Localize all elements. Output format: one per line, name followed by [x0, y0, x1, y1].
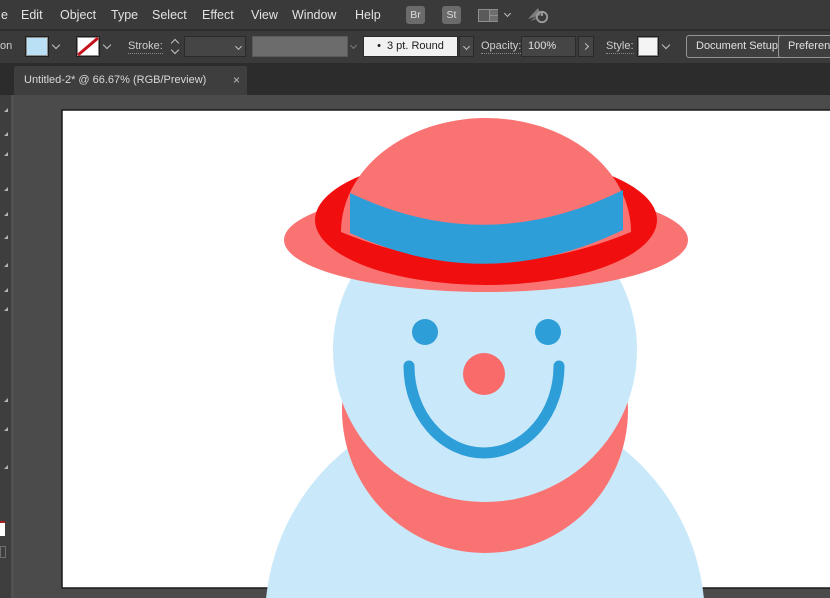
brush-chevron-button[interactable]	[459, 36, 474, 57]
menu-object[interactable]: Object	[60, 0, 96, 30]
tool-flyout-triangle	[4, 235, 8, 239]
snowman-nose[interactable]	[463, 353, 505, 395]
tool-flyout-triangle	[4, 132, 8, 136]
style-chevron-icon[interactable]	[661, 40, 671, 50]
illustrator-window: e Edit Object Type Select Effect View Wi…	[0, 0, 830, 598]
fill-stroke-indicator-fragment[interactable]	[0, 521, 5, 536]
width-profile-dropdown[interactable]	[252, 36, 348, 57]
brush-chevron-icon	[462, 42, 471, 51]
menu-edit[interactable]: Edit	[21, 0, 43, 30]
stroke-indicator-fragment[interactable]	[0, 546, 6, 558]
menu-help[interactable]: Help	[355, 0, 381, 30]
stock-icon[interactable]: St	[442, 6, 461, 24]
snowman-left-eye[interactable]	[412, 319, 438, 345]
tool-flyout-triangle	[4, 465, 8, 469]
tools-panel-sliver[interactable]	[0, 95, 11, 598]
none-slash-icon	[77, 36, 99, 57]
tool-flyout-triangle	[4, 152, 8, 156]
snowman-right-eye[interactable]	[535, 319, 561, 345]
tool-flyout-triangle	[4, 263, 8, 267]
no-stroke-swatch[interactable]	[76, 36, 100, 57]
style-label[interactable]: Style:	[606, 40, 634, 54]
brush-definition-dropdown[interactable]: • 3 pt. Round	[363, 36, 458, 57]
tool-flyout-triangle	[4, 288, 8, 292]
tool-flyout-triangle	[4, 187, 8, 191]
opacity-value-field[interactable]: 100%	[521, 36, 576, 57]
tool-flyout-triangle	[4, 212, 8, 216]
menu-effect[interactable]: Effect	[202, 0, 234, 30]
brush-name: 3 pt. Round	[386, 40, 444, 52]
document-tab-bar: Untitled-2* @ 66.67% (RGB/Preview) ×	[0, 63, 830, 95]
tool-flyout-triangle	[4, 398, 8, 402]
stroke-swatch-chevron-icon[interactable]	[102, 40, 112, 50]
menu-view[interactable]: View	[251, 0, 278, 30]
workspace-chevron-icon[interactable]	[503, 9, 512, 18]
tool-flyout-triangle	[4, 427, 8, 431]
tool-flyout-triangle	[4, 108, 8, 112]
tool-flyout-triangle	[4, 307, 8, 311]
stroke-weight-chevron-icon	[234, 42, 243, 51]
workspace-switcher-icon[interactable]	[477, 8, 499, 28]
menu-bar: e Edit Object Type Select Effect View Wi…	[0, 0, 830, 30]
width-profile-chevron-icon	[349, 41, 358, 50]
artboard-view	[61, 109, 830, 598]
canvas-area[interactable]	[0, 95, 830, 598]
stroke-weight-dropdown[interactable]	[184, 36, 246, 57]
selection-label-fragment: on	[0, 40, 13, 52]
chevron-right-icon	[581, 42, 590, 51]
preferences-button[interactable]: Preferences	[778, 35, 830, 58]
control-bar: on Stroke: • 3 pt. Round Opacity: 100% St…	[0, 31, 830, 63]
stroke-label[interactable]: Stroke:	[128, 40, 163, 54]
bridge-icon[interactable]: Br	[406, 6, 425, 24]
document-tab[interactable]: Untitled-2* @ 66.67% (RGB/Preview) ×	[14, 66, 247, 95]
document-tab-title: Untitled-2* @ 66.67% (RGB/Preview)	[24, 74, 207, 86]
menu-type[interactable]: Type	[111, 0, 138, 30]
tab-close-icon[interactable]: ×	[233, 73, 240, 87]
tools-panel-edge	[11, 95, 14, 598]
fill-color-swatch[interactable]	[25, 36, 49, 57]
fill-chevron-icon[interactable]	[51, 40, 61, 50]
stroke-weight-stepper[interactable]	[170, 38, 182, 56]
document-setup-button[interactable]: Document Setup	[686, 35, 788, 58]
opacity-label[interactable]: Opacity:	[481, 40, 522, 54]
gpu-performance-icon[interactable]	[525, 5, 551, 30]
style-swatch[interactable]	[637, 36, 659, 57]
menu-select[interactable]: Select	[152, 0, 187, 30]
menu-file-partial[interactable]: e	[1, 0, 8, 30]
menu-window[interactable]: Window	[292, 0, 336, 30]
opacity-options-button[interactable]	[578, 36, 594, 57]
brush-preview-dot: •	[377, 40, 381, 52]
